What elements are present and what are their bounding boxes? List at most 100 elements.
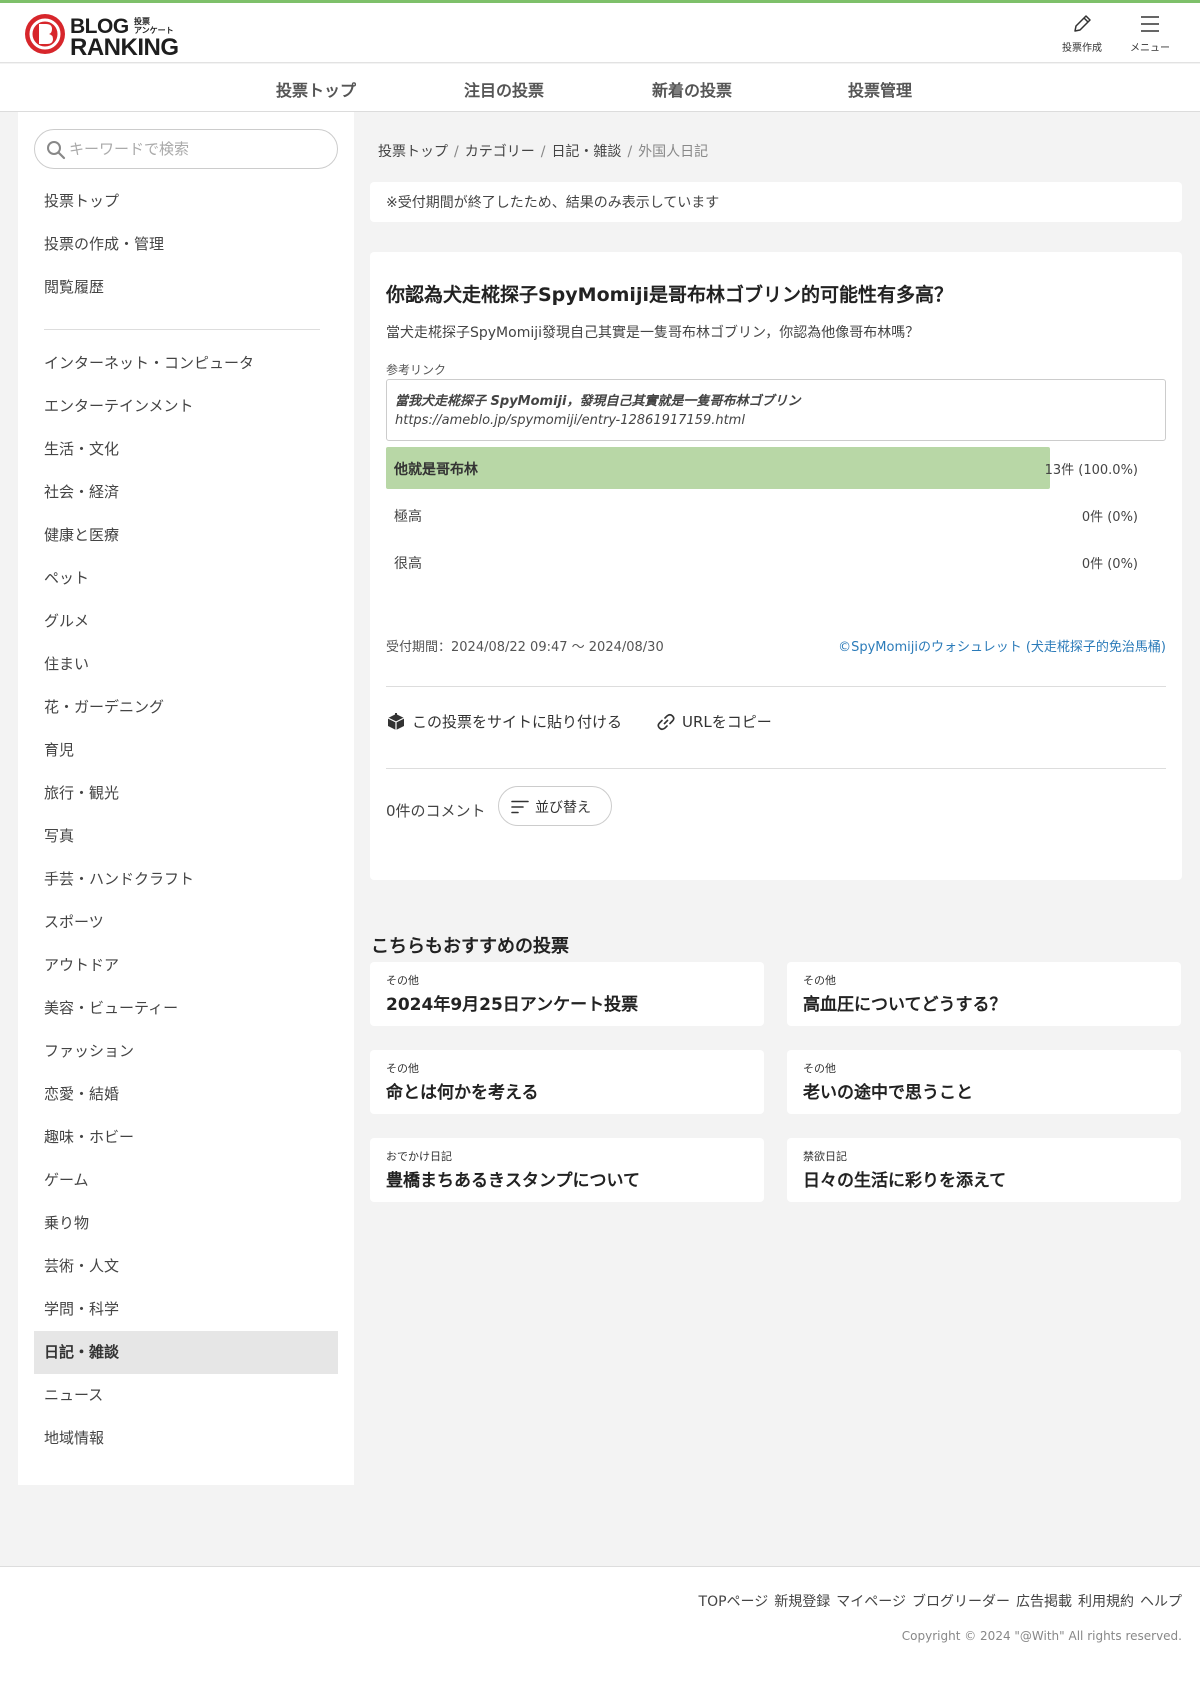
menu-button[interactable]: メニュー: [1120, 9, 1180, 59]
recommended-poll-title: 老いの途中で思うこと: [803, 1083, 973, 1103]
copy-url-label: URLをコピー: [682, 713, 772, 731]
link-icon: [657, 713, 675, 731]
option-count: 0件 (0%): [1081, 557, 1138, 572]
breadcrumb-category[interactable]: カテゴリー: [465, 144, 535, 160]
sidebar-category-item[interactable]: アウトドア: [34, 944, 338, 987]
create-poll-button[interactable]: 投票作成: [1052, 9, 1112, 59]
recommended-poll-category: その他: [803, 974, 836, 987]
sidebar-category-item[interactable]: 学問・科学: [34, 1288, 338, 1331]
footer-link[interactable]: マイページ: [836, 1594, 906, 1610]
recommended-poll-category: その他: [803, 1062, 836, 1075]
logo-small-text: 投票 アンケート: [134, 17, 174, 35]
breadcrumb-poll-top[interactable]: 投票トップ: [378, 144, 448, 160]
sidebar-category-item[interactable]: ニュース: [34, 1374, 338, 1417]
sidebar-category-item[interactable]: 恋愛・結婚: [34, 1073, 338, 1116]
poll-owner-link[interactable]: ©SpyMomijiのウォシュレット (犬走椛探子的免治馬桶): [838, 636, 1166, 655]
recommended-poll-category: おでかけ日記: [386, 1150, 452, 1163]
recommended-poll-title: 高血圧についてどうする？: [803, 995, 1007, 1015]
embed-poll-button[interactable]: この投票をサイトに貼り付ける: [386, 710, 638, 736]
logo-word-ranking: RANKING: [70, 34, 179, 61]
site-header: BLOG 投票 アンケート RANKING 投票作成 メニュー: [0, 3, 1200, 63]
breadcrumb-diary[interactable]: 日記・雑談: [551, 144, 621, 160]
poll-card: 你認為犬走椛探子SpyMomiji是哥布林ゴブリン的可能性有多高？ 當犬走椛探子…: [370, 252, 1182, 880]
sidebar-category-item[interactable]: 住まい: [34, 643, 338, 686]
recommended-poll-title: 日々の生活に彩りを添えて: [803, 1171, 1007, 1191]
sidebar-category-item[interactable]: 芸術・人文: [34, 1245, 338, 1288]
option-label: 極高: [394, 509, 422, 525]
sidebar-item[interactable]: 投票の作成・管理: [34, 223, 338, 266]
breadcrumb-separator: /: [454, 144, 459, 160]
sidebar-category-item[interactable]: エンターテインメント: [34, 385, 338, 428]
sidebar-category-item[interactable]: ペット: [34, 557, 338, 600]
search-input[interactable]: [69, 138, 325, 160]
divider: [386, 768, 1166, 769]
poll-result-row: 很高 0件 (0%): [386, 541, 1166, 583]
hamburger-icon: [1141, 16, 1159, 32]
site-footer: TOPページ 新規登録 マイページ ブログリーダー 広告掲載 利用規約 ヘルプ Copyri…: [0, 1566, 1200, 1685]
recommended-poll-category: その他: [386, 1062, 419, 1075]
logo-mark-icon: [25, 14, 65, 54]
recommended-poll-card[interactable]: おでかけ日記 豊橋まちあるきスタンプについて: [370, 1138, 764, 1202]
sidebar-category-item[interactable]: スポーツ: [34, 901, 338, 944]
sidebar-category-item[interactable]: ゲーム: [34, 1159, 338, 1202]
blog-ranking-logo[interactable]: BLOG 投票 アンケート RANKING: [24, 11, 184, 61]
comment-count: 0件のコメント: [386, 802, 486, 820]
sidebar-category-item[interactable]: 育児: [34, 729, 338, 772]
recommended-poll-category: 禁欲日記: [803, 1150, 847, 1163]
sidebar-category-item[interactable]: 乗り物: [34, 1202, 338, 1245]
sidebar-category-item[interactable]: 手芸・ハンドクラフト: [34, 858, 338, 901]
option-label: 他就是哥布林: [394, 462, 478, 478]
recommended-poll-card[interactable]: 禁欲日記日々の生活に彩りを添えて: [787, 1138, 1181, 1202]
reference-link-title: 當我犬走椛探子 SpyMomiji，發現自己其實就是一隻哥布林ゴブリン: [395, 394, 801, 409]
sidebar-category-item[interactable]: 生活・文化: [34, 428, 338, 471]
sidebar-category-item[interactable]: ファッション: [34, 1030, 338, 1073]
recommended-poll-category: その他: [386, 974, 419, 987]
copy-url-button[interactable]: URLをコピー: [656, 710, 786, 736]
nav-poll-top[interactable]: 投票トップ: [276, 77, 356, 101]
option-count: 0件 (0%): [1081, 510, 1138, 525]
sidebar-category-item[interactable]: 旅行・観光: [34, 772, 338, 815]
box-icon: [387, 713, 405, 730]
sidebar-divider: [44, 329, 320, 330]
footer-link[interactable]: 新規登録: [774, 1594, 830, 1610]
logo-small-1: 投票: [134, 17, 150, 26]
poll-period: 受付期間：2024/08/22 09:47 〜 2024/08/30: [386, 640, 664, 655]
sidebar-category-item[interactable]: 趣味・ホビー: [34, 1116, 338, 1159]
breadcrumb: 投票トップ / カテゴリー / 日記・雑談 / 外国人日記: [378, 141, 708, 161]
footer-link[interactable]: ヘルプ: [1140, 1594, 1182, 1610]
nav-poll-management[interactable]: 投票管理: [848, 77, 912, 101]
sidebar-item[interactable]: 閲覧履歴: [34, 266, 338, 309]
sidebar-category-item[interactable]: グルメ: [34, 600, 338, 643]
sidebar-category-item[interactable]: 社会・経済: [34, 471, 338, 514]
footer-link[interactable]: 利用規約: [1078, 1594, 1134, 1610]
recommended-poll-card[interactable]: その他老いの途中で思うこと: [787, 1050, 1181, 1114]
poll-result-row: 極高 0件 (0%): [386, 494, 1166, 536]
recommended-poll-title: 命とは何かを考える: [386, 1083, 539, 1103]
sort-button[interactable]: 並び替え: [498, 786, 612, 826]
sidebar-category-item[interactable]: 写真: [34, 815, 338, 858]
nav-new-polls[interactable]: 新着の投票: [652, 77, 732, 101]
breadcrumb-separator: /: [540, 144, 546, 160]
reference-link-label: 参考リンク: [386, 363, 447, 377]
option-count: 13件 (100.0%): [1044, 463, 1138, 478]
footer-link[interactable]: 広告掲載: [1016, 1594, 1072, 1610]
sidebar-category-item[interactable]: 健康と医療: [34, 514, 338, 557]
sidebar-category-item[interactable]: 花・ガーデニング: [34, 686, 338, 729]
sidebar-category-item[interactable]: 地域情報: [34, 1417, 338, 1460]
sidebar-category-item[interactable]: 日記・雑談: [34, 1331, 338, 1374]
search-icon[interactable]: [46, 140, 66, 160]
sidebar-category-item[interactable]: 美容・ビューティー: [34, 987, 338, 1030]
result-bar: [386, 447, 1050, 489]
footer-link[interactable]: TOPページ: [699, 1594, 769, 1610]
recommended-poll-card[interactable]: その他 2024年9月25日アンケート投票: [370, 962, 764, 1026]
recommended-polls-title: こちらもおすすめの投票: [371, 936, 569, 957]
recommended-poll-card[interactable]: その他命とは何かを考える: [370, 1050, 764, 1114]
reference-link-card[interactable]: 當我犬走椛探子 SpyMomiji，發現自己其實就是一隻哥布林ゴブリン http…: [386, 379, 1166, 441]
embed-poll-label: この投票をサイトに貼り付ける: [412, 713, 623, 731]
sidebar-item[interactable]: 投票トップ: [34, 180, 338, 223]
sidebar-category-item[interactable]: インターネット・コンピュータ: [34, 342, 338, 385]
recommended-poll-card[interactable]: その他高血圧についてどうする？: [787, 962, 1181, 1026]
footer-link[interactable]: ブログリーダー: [912, 1594, 1010, 1610]
closed-notice: ※受付期間が終了したため、結果のみ表示しています: [370, 182, 1182, 222]
nav-featured-polls[interactable]: 注目の投票: [464, 77, 544, 101]
